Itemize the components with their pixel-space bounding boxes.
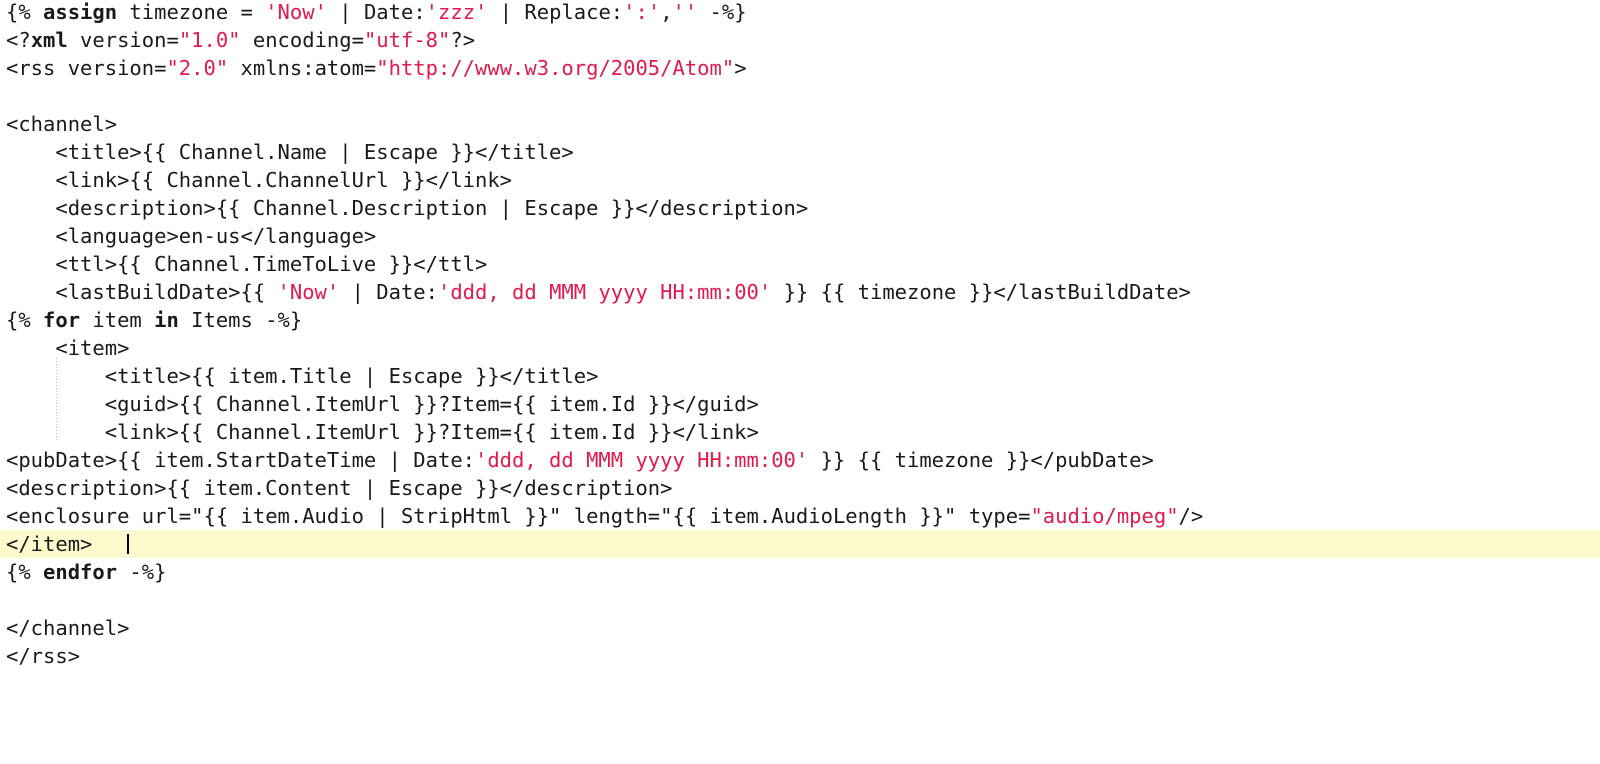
code-token: <ttl>{{ Channel.TimeToLive }}</ttl>	[6, 252, 488, 276]
code-token: }} {{ timezone }}</pubDate>	[808, 448, 1154, 472]
code-token: | Replace:	[487, 0, 624, 24]
code-line[interactable]: <title>{{ Channel.Name | Escape }}</titl…	[0, 138, 1600, 166]
code-token: <link>{{ Channel.ItemUrl }}?Item={{ item…	[6, 420, 759, 444]
text-caret	[126, 534, 129, 554]
code-token: </channel>	[6, 616, 130, 640]
code-token: />	[1178, 504, 1204, 528]
code-token: <title>{{ item.Title | Escape }}</title>	[6, 364, 599, 388]
code-token: | Date:	[339, 280, 438, 304]
code-line[interactable]: <channel>	[0, 110, 1600, 138]
code-token: assign	[43, 0, 118, 24]
code-token: for	[43, 308, 81, 332]
code-token: {%	[6, 560, 44, 584]
code-token: ''	[672, 0, 698, 24]
code-line[interactable]: <item>	[0, 334, 1600, 362]
code-line[interactable]: <pubDate>{{ item.StartDateTime | Date:'d…	[0, 446, 1600, 474]
code-token: ':'	[623, 0, 661, 24]
code-line[interactable]: <rss version="2.0" xmlns:atom="http://ww…	[0, 54, 1600, 82]
code-token: | Date:	[326, 0, 426, 24]
code-token: length=	[561, 504, 661, 528]
code-token: <channel>	[6, 112, 118, 136]
code-token: {%	[6, 0, 44, 24]
code-token: Items -%}	[178, 308, 303, 332]
code-line[interactable]: <link>{{ Channel.ChannelUrl }}</link>	[0, 166, 1600, 194]
code-line[interactable]: <title>{{ item.Title | Escape }}</title>	[0, 362, 1600, 390]
code-token: 'ddd, dd MMM yyyy HH:mm:00'	[438, 280, 772, 304]
code-line[interactable]: <guid>{{ Channel.ItemUrl }}?Item={{ item…	[0, 390, 1600, 418]
code-token: item	[80, 308, 155, 332]
code-line[interactable]: {% assign timezone = 'Now' | Date:'zzz' …	[0, 0, 1600, 26]
code-token: "{{ item.Audio | StripHtml }}"	[191, 504, 562, 528]
code-token: <pubDate>{{ item.StartDateTime | Date:	[6, 448, 475, 472]
code-line[interactable]	[0, 82, 1600, 110]
code-line[interactable]: </item>	[0, 530, 1600, 558]
code-token: -%}	[117, 560, 167, 584]
code-token: "{{ item.AudioLength }}"	[660, 504, 957, 528]
code-token: xmlns:atom=	[228, 56, 377, 80]
code-line[interactable]: <ttl>{{ Channel.TimeToLive }}</ttl>	[0, 250, 1600, 278]
code-token: "2.0"	[166, 56, 229, 80]
code-token: <lastBuildDate>{{	[6, 280, 278, 304]
code-token: ?>	[450, 28, 476, 52]
code-line[interactable]	[0, 586, 1600, 614]
code-token: <link>{{ Channel.ChannelUrl }}</link>	[6, 168, 513, 192]
code-token: <language>en-us</language>	[6, 224, 377, 248]
code-token: <description>{{ item.Content | Escape }}…	[6, 476, 673, 500]
code-token: "1.0"	[178, 28, 241, 52]
code-editor[interactable]: {% assign timezone = 'Now' | Date:'zzz' …	[0, 0, 1600, 764]
code-line[interactable]: </channel>	[0, 614, 1600, 642]
code-token: {%	[6, 308, 44, 332]
code-token: <title>{{ Channel.Name | Escape }}</titl…	[6, 140, 574, 164]
code-token: </item>	[6, 532, 93, 556]
code-line[interactable]: <description>{{ item.Content | Escape }}…	[0, 474, 1600, 502]
code-line[interactable]: </rss>	[0, 642, 1600, 670]
code-token: ,	[660, 0, 673, 24]
code-token: <description>{{ Channel.Description | Es…	[6, 196, 809, 220]
code-line[interactable]: <?xml version="1.0" encoding="utf-8"?>	[0, 26, 1600, 54]
code-token: <?	[6, 28, 31, 52]
code-token: <rss version=	[6, 56, 167, 80]
code-line[interactable]: <link>{{ Channel.ItemUrl }}?Item={{ item…	[0, 418, 1600, 446]
code-token: 'ddd, dd MMM yyyy HH:mm:00'	[475, 448, 809, 472]
code-token: "http://www.w3.org/2005/Atom"	[376, 56, 735, 80]
code-line[interactable]: {% for item in Items -%}	[0, 306, 1600, 334]
code-token: 'Now'	[265, 0, 327, 24]
code-line[interactable]: <description>{{ Channel.Description | Es…	[0, 194, 1600, 222]
code-token: timezone =	[117, 0, 266, 24]
code-token: "audio/mpeg"	[1030, 504, 1179, 528]
code-token: xml	[30, 28, 68, 52]
code-token: version=	[67, 28, 179, 52]
code-token: <item>	[6, 336, 130, 360]
code-token: 'zzz'	[425, 0, 488, 24]
code-token: 'Now'	[277, 280, 340, 304]
code-token: in	[154, 308, 179, 332]
code-token: "utf-8"	[363, 28, 451, 52]
code-token: <enclosure url=	[6, 504, 192, 528]
code-line[interactable]: {% endfor -%}	[0, 558, 1600, 586]
code-token: </rss>	[6, 644, 81, 668]
code-token: encoding=	[240, 28, 364, 52]
code-line[interactable]: <enclosure url="{{ item.Audio | StripHtm…	[0, 502, 1600, 530]
code-token: endfor	[43, 560, 118, 584]
code-line[interactable]: <lastBuildDate>{{ 'Now' | Date:'ddd, dd …	[0, 278, 1600, 306]
code-token: >	[734, 56, 747, 80]
code-token: type=	[956, 504, 1031, 528]
code-line[interactable]: <language>en-us</language>	[0, 222, 1600, 250]
code-token: <guid>{{ Channel.ItemUrl }}?Item={{ item…	[6, 392, 759, 416]
code-token: -%}	[697, 0, 747, 24]
code-token: }} {{ timezone }}</lastBuildDate>	[771, 280, 1191, 304]
code-surface[interactable]: {% assign timezone = 'Now' | Date:'zzz' …	[0, 0, 1600, 764]
